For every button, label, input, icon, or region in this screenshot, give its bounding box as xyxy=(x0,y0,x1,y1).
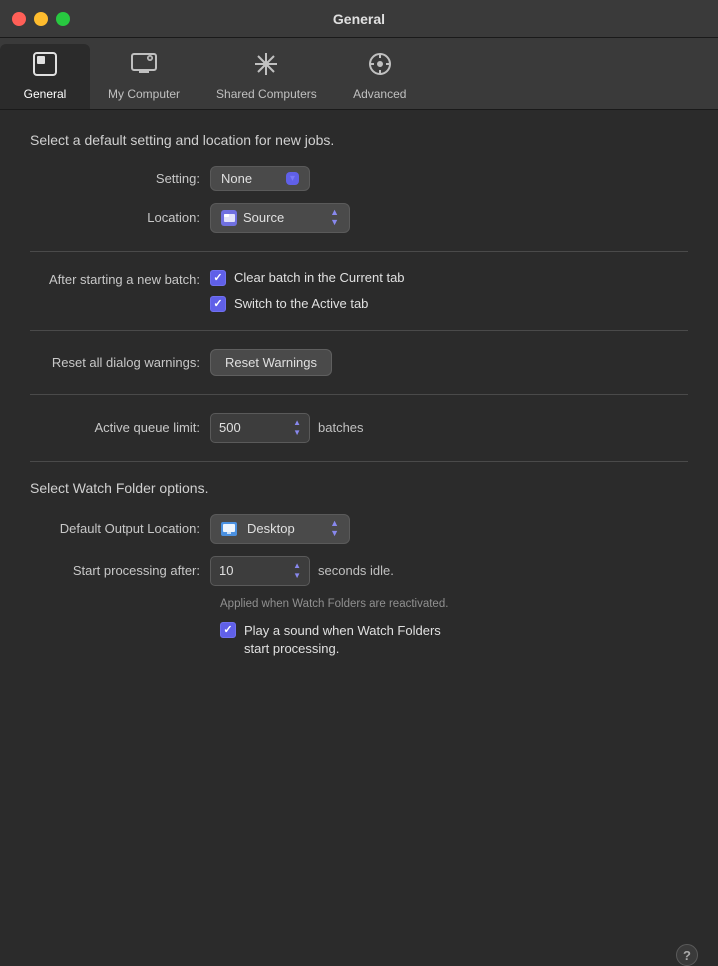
minimize-button[interactable] xyxy=(34,12,48,26)
titlebar: General xyxy=(0,0,718,38)
output-label: Default Output Location: xyxy=(30,521,210,536)
desktop-icon xyxy=(221,522,237,536)
divider-1 xyxy=(30,251,688,252)
setting-dropdown[interactable]: None ▾ xyxy=(210,166,310,191)
location-label: Location: xyxy=(30,210,210,225)
setting-dropdown-arrow: ▾ xyxy=(286,172,299,185)
tab-general[interactable]: General xyxy=(0,44,90,109)
toolbar: General My Computer Shared xyxy=(0,38,718,110)
play-sound-checkbox-box: ✓ xyxy=(220,622,236,638)
reset-row: Reset all dialog warnings: Reset Warning… xyxy=(30,349,688,376)
start-spinner-row: 10 ▲ ▼ seconds idle. xyxy=(210,556,394,586)
note-text: Applied when Watch Folders are reactivat… xyxy=(220,598,688,610)
setting-value: None xyxy=(221,171,252,186)
queue-row: Active queue limit: 500 ▲ ▼ batches xyxy=(30,413,688,443)
queue-spinner-row: 500 ▲ ▼ batches xyxy=(210,413,364,443)
start-label: Start processing after: xyxy=(30,563,210,578)
batch-row: After starting a new batch: ✓ Clear batc… xyxy=(30,270,688,312)
output-dropdown[interactable]: Desktop ▲ ▼ xyxy=(210,514,350,544)
reset-warnings-button[interactable]: Reset Warnings xyxy=(210,349,332,376)
clear-batch-check: ✓ xyxy=(213,271,222,284)
divider-3 xyxy=(30,394,688,395)
general-icon xyxy=(31,50,59,82)
start-value: 10 xyxy=(219,563,233,578)
batch-checkboxes: ✓ Clear batch in the Current tab ✓ Switc… xyxy=(210,270,405,312)
output-stepper: ▲ ▼ xyxy=(330,519,339,539)
main-content: Select a default setting and location fo… xyxy=(0,110,718,936)
output-row: Default Output Location: Desktop ▲ ▼ xyxy=(30,514,688,544)
queue-unit: batches xyxy=(318,420,364,435)
batch-label: After starting a new batch: xyxy=(30,270,210,287)
play-sound-check: ✓ xyxy=(223,623,232,636)
tab-my-computer[interactable]: My Computer xyxy=(90,44,198,109)
window-title: General xyxy=(333,11,385,27)
queue-value: 500 xyxy=(219,420,241,435)
tab-advanced[interactable]: Advanced xyxy=(335,44,425,109)
switch-active-checkbox[interactable]: ✓ Switch to the Active tab xyxy=(210,296,405,312)
advanced-icon xyxy=(366,50,394,82)
window-controls xyxy=(12,12,70,26)
close-button[interactable] xyxy=(12,12,26,26)
setting-label: Setting: xyxy=(30,171,210,186)
play-sound-checkbox[interactable]: ✓ xyxy=(220,622,236,638)
switch-active-checkbox-box: ✓ xyxy=(210,296,226,312)
play-sound-row: ✓ Play a sound when Watch Folders start … xyxy=(220,622,688,658)
queue-label: Active queue limit: xyxy=(30,420,210,435)
tab-shared-computers-label: Shared Computers xyxy=(216,87,317,101)
start-spinner-controls: ▲ ▼ xyxy=(293,561,301,581)
clear-batch-checkbox-box: ✓ xyxy=(210,270,226,286)
location-dropdown[interactable]: Source ▲ ▼ xyxy=(210,203,350,233)
clear-batch-label: Clear batch in the Current tab xyxy=(234,270,405,285)
divider-4 xyxy=(30,461,688,462)
start-spinner[interactable]: 10 ▲ ▼ xyxy=(210,556,310,586)
output-value: Desktop xyxy=(247,521,295,536)
queue-increment[interactable]: ▲ xyxy=(293,418,301,428)
setting-row: Setting: None ▾ xyxy=(30,166,688,191)
watch-intro-text: Select Watch Folder options. xyxy=(30,480,688,496)
tab-my-computer-label: My Computer xyxy=(108,87,180,101)
clear-batch-checkbox[interactable]: ✓ Clear batch in the Current tab xyxy=(210,270,405,286)
intro-text: Select a default setting and location fo… xyxy=(30,132,688,148)
queue-decrement[interactable]: ▼ xyxy=(293,428,301,438)
start-processing-row: Start processing after: 10 ▲ ▼ seconds i… xyxy=(30,556,688,586)
start-increment[interactable]: ▲ xyxy=(293,561,301,571)
start-unit: seconds idle. xyxy=(318,563,394,578)
tab-advanced-label: Advanced xyxy=(353,87,406,101)
switch-active-label: Switch to the Active tab xyxy=(234,296,368,311)
play-sound-label: Play a sound when Watch Folders start pr… xyxy=(244,622,444,658)
queue-spinner-controls: ▲ ▼ xyxy=(293,418,301,438)
reset-label: Reset all dialog warnings: xyxy=(30,355,210,370)
start-decrement[interactable]: ▼ xyxy=(293,571,301,581)
tab-shared-computers[interactable]: Shared Computers xyxy=(198,44,335,109)
tab-general-label: General xyxy=(24,87,67,101)
maximize-button[interactable] xyxy=(56,12,70,26)
location-stepper: ▲ ▼ xyxy=(330,208,339,228)
queue-spinner[interactable]: 500 ▲ ▼ xyxy=(210,413,310,443)
divider-2 xyxy=(30,330,688,331)
switch-active-check: ✓ xyxy=(213,297,222,310)
shared-computers-icon xyxy=(252,50,280,82)
location-row: Location: Source ▲ ▼ xyxy=(30,203,688,233)
location-value: Source xyxy=(243,210,284,225)
location-folder-icon xyxy=(221,210,237,226)
help-button[interactable]: ? xyxy=(676,944,698,966)
my-computer-icon xyxy=(130,50,158,82)
help-area: ? xyxy=(0,936,718,966)
